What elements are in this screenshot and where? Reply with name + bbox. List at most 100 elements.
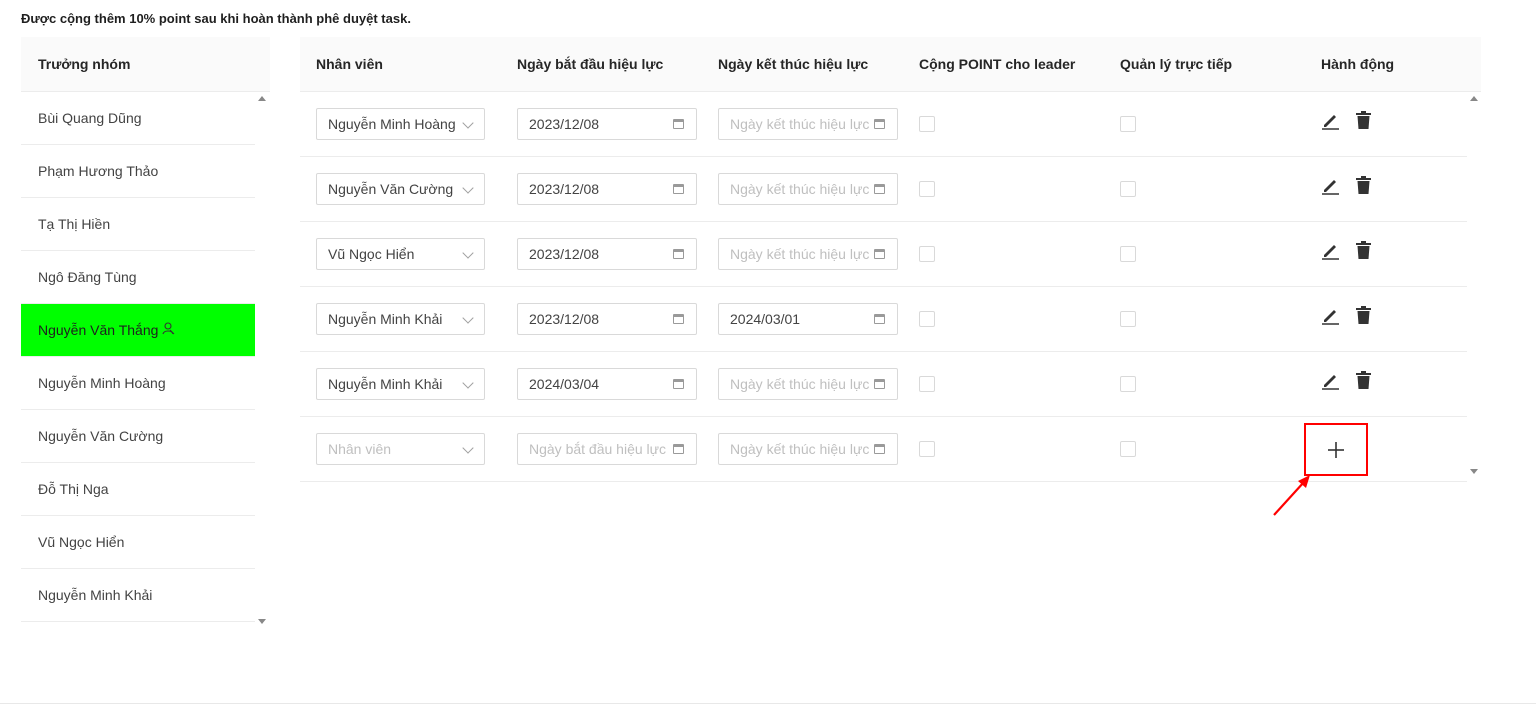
table-row: Nguyễn Minh Khải bbox=[300, 287, 1467, 352]
new-start-date-picker[interactable] bbox=[517, 433, 697, 465]
start-date-input[interactable] bbox=[529, 376, 669, 392]
edit-button[interactable] bbox=[1321, 111, 1340, 135]
new-end-date-picker[interactable] bbox=[718, 433, 898, 465]
start-date-input[interactable] bbox=[529, 181, 669, 197]
start-date-picker[interactable] bbox=[517, 238, 697, 270]
new-employee-select[interactable]: Nhân viên bbox=[316, 433, 485, 465]
pencil-icon bbox=[1321, 180, 1340, 199]
direct-manager-checkbox[interactable] bbox=[1120, 311, 1136, 327]
new-end-date-input[interactable] bbox=[730, 441, 870, 457]
edit-button[interactable] bbox=[1321, 176, 1340, 200]
leader-item-label: Ngô Đăng Tùng bbox=[38, 269, 137, 285]
calendar-icon bbox=[673, 249, 684, 259]
chevron-down-icon bbox=[462, 182, 474, 194]
leader-item[interactable]: Đỗ Thị Nga bbox=[21, 463, 255, 516]
employee-select[interactable]: Nguyễn Văn Cường bbox=[316, 173, 485, 205]
start-date-input[interactable] bbox=[529, 311, 669, 327]
add-row-button[interactable] bbox=[1304, 423, 1368, 476]
start-date-picker[interactable] bbox=[517, 303, 697, 335]
start-date-picker[interactable] bbox=[517, 108, 697, 140]
column-header-actions: Hành động bbox=[1321, 56, 1395, 72]
leader-item[interactable]: Nguyễn Minh Hoàng bbox=[21, 357, 255, 410]
leader-point-checkbox[interactable] bbox=[919, 246, 935, 262]
delete-button[interactable] bbox=[1355, 371, 1372, 395]
leader-point-checkbox[interactable] bbox=[919, 181, 935, 197]
end-date-picker[interactable] bbox=[718, 173, 898, 205]
column-header-direct-manager: Quản lý trực tiếp bbox=[1120, 56, 1233, 72]
table-row: Vũ Ngọc Hiển bbox=[300, 222, 1467, 287]
new-leader-point-checkbox[interactable] bbox=[919, 441, 935, 457]
edit-button[interactable] bbox=[1321, 371, 1340, 395]
leader-header-label: Trưởng nhóm bbox=[38, 56, 131, 72]
leader-item-label: Vũ Ngọc Hiển bbox=[38, 534, 125, 550]
leader-item[interactable]: Phạm Hương Thảo bbox=[21, 145, 255, 198]
delete-button[interactable] bbox=[1355, 176, 1372, 200]
employee-select-value: Nguyễn Văn Cường bbox=[328, 181, 454, 197]
employee-select[interactable]: Vũ Ngọc Hiển bbox=[316, 238, 485, 270]
edit-button[interactable] bbox=[1321, 306, 1340, 330]
end-date-input[interactable] bbox=[730, 116, 870, 132]
end-date-picker[interactable] bbox=[718, 368, 898, 400]
calendar-icon bbox=[874, 119, 885, 129]
direct-manager-checkbox[interactable] bbox=[1120, 181, 1136, 197]
leader-item[interactable]: Tạ Thị Hiền bbox=[21, 198, 255, 251]
chevron-down-icon bbox=[462, 377, 474, 389]
leader-point-checkbox[interactable] bbox=[919, 311, 935, 327]
start-date-picker[interactable] bbox=[517, 368, 697, 400]
leader-item[interactable]: Nguyễn Văn Cường bbox=[21, 410, 255, 463]
new-start-date-input[interactable] bbox=[529, 441, 669, 457]
start-date-picker[interactable] bbox=[517, 173, 697, 205]
employee-select[interactable]: Nguyễn Minh Khải bbox=[316, 368, 485, 400]
end-date-input[interactable] bbox=[730, 376, 870, 392]
leader-item-label: Đỗ Thị Nga bbox=[38, 481, 109, 497]
end-date-input[interactable] bbox=[730, 246, 870, 262]
delete-button[interactable] bbox=[1355, 111, 1372, 135]
table-scrollbar[interactable] bbox=[1470, 94, 1479, 476]
leader-item[interactable]: Nguyễn Văn Thắng bbox=[21, 304, 255, 357]
employee-select-value: Nguyễn Minh Hoàng bbox=[328, 116, 456, 132]
delete-button[interactable] bbox=[1355, 241, 1372, 265]
chevron-down-icon bbox=[462, 117, 474, 129]
employee-select[interactable]: Nguyễn Minh Hoàng bbox=[316, 108, 485, 140]
leader-item-label: Nguyễn Minh Khải bbox=[38, 587, 153, 603]
leader-point-checkbox[interactable] bbox=[919, 376, 935, 392]
end-date-picker[interactable] bbox=[718, 238, 898, 270]
edit-button[interactable] bbox=[1321, 241, 1340, 265]
scroll-up-arrow-icon[interactable] bbox=[1470, 96, 1478, 101]
calendar-icon bbox=[874, 444, 885, 454]
assignment-table: Nhân viên Ngày bắt đầu hiệu lực Ngày kết… bbox=[300, 37, 1481, 482]
scroll-down-arrow-icon[interactable] bbox=[1470, 469, 1478, 474]
direct-manager-checkbox[interactable] bbox=[1120, 246, 1136, 262]
new-direct-manager-checkbox[interactable] bbox=[1120, 441, 1136, 457]
leader-item[interactable]: Ngô Đăng Tùng bbox=[21, 251, 255, 304]
scroll-up-arrow-icon[interactable] bbox=[258, 96, 266, 101]
leader-item[interactable]: Vũ Ngọc Hiển bbox=[21, 516, 255, 569]
direct-manager-checkbox[interactable] bbox=[1120, 376, 1136, 392]
start-date-input[interactable] bbox=[529, 116, 669, 132]
leader-scrollbar[interactable] bbox=[258, 94, 267, 626]
direct-manager-checkbox[interactable] bbox=[1120, 116, 1136, 132]
end-date-input[interactable] bbox=[730, 311, 870, 327]
delete-button[interactable] bbox=[1355, 306, 1372, 330]
employee-select[interactable]: Nguyễn Minh Khải bbox=[316, 303, 485, 335]
scroll-down-arrow-icon[interactable] bbox=[258, 619, 266, 624]
chevron-down-icon bbox=[462, 247, 474, 259]
pencil-icon bbox=[1321, 115, 1340, 134]
leader-item[interactable]: Bùi Quang Dũng bbox=[21, 92, 255, 145]
calendar-icon bbox=[673, 184, 684, 194]
employee-select-value: Vũ Ngọc Hiển bbox=[328, 246, 415, 262]
leader-panel: Trưởng nhóm Bùi Quang Dũng Phạm Hương Thả… bbox=[21, 37, 270, 632]
plus-icon bbox=[1328, 441, 1344, 458]
calendar-icon bbox=[673, 444, 684, 454]
start-date-input[interactable] bbox=[529, 246, 669, 262]
leader-item[interactable]: Nguyễn Minh Khải bbox=[21, 569, 255, 622]
column-header-end-date: Ngày kết thúc hiệu lực bbox=[718, 56, 869, 72]
leader-point-checkbox[interactable] bbox=[919, 116, 935, 132]
leader-item-label: Nguyễn Minh Hoàng bbox=[38, 375, 166, 391]
table-header: Nhân viên Ngày bắt đầu hiệu lực Ngày kết… bbox=[300, 37, 1481, 92]
leader-list: Bùi Quang Dũng Phạm Hương Thảo Tạ Thị Hiền… bbox=[21, 92, 255, 622]
table-row: Nguyễn Minh Hoàng bbox=[300, 92, 1467, 157]
end-date-input[interactable] bbox=[730, 181, 870, 197]
end-date-picker[interactable] bbox=[718, 303, 898, 335]
end-date-picker[interactable] bbox=[718, 108, 898, 140]
